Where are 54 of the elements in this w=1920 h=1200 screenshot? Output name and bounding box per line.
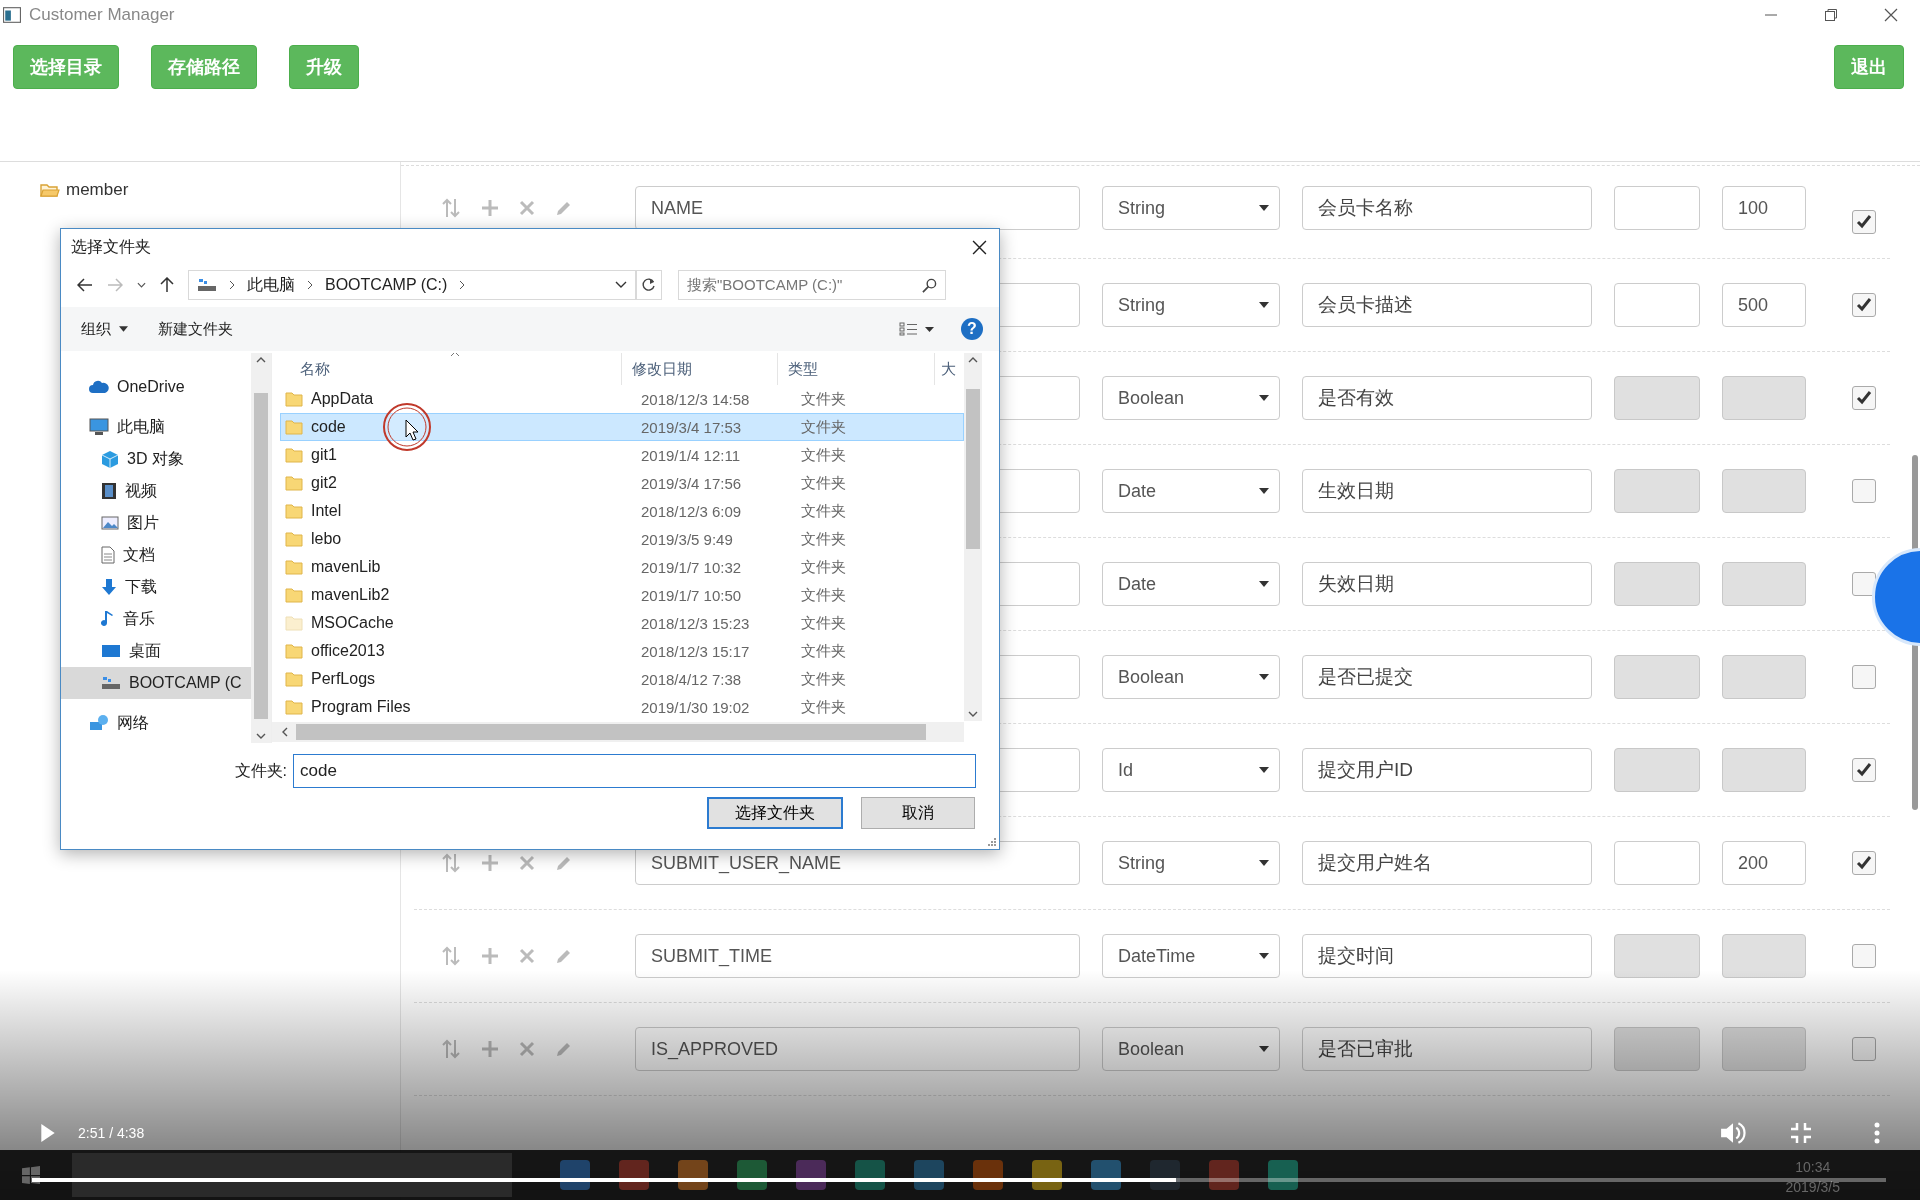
tree-item[interactable]: member <box>66 180 129 200</box>
video-time: 2:51 / 4:38 <box>78 1125 145 1141</box>
new-folder-button[interactable]: 新建文件夹 <box>158 319 233 339</box>
file-row[interactable]: code 2019/3/4 17:53 文件夹 <box>280 413 964 441</box>
length-field[interactable]: 100 <box>1722 186 1806 230</box>
file-row[interactable]: MSOCache 2018/12/3 15:23 文件夹 <box>280 609 964 637</box>
type-select[interactable]: String <box>1102 283 1280 327</box>
folder-field[interactable]: code <box>293 754 976 788</box>
length-field[interactable]: 500 <box>1722 283 1806 327</box>
select-folder-button[interactable]: 选择文件夹 <box>707 797 843 829</box>
file-row[interactable]: mavenLib 2019/1/7 10:32 文件夹 <box>280 553 964 581</box>
file-row[interactable]: AppData 2018/12/3 14:58 文件夹 <box>280 385 964 413</box>
cancel-button[interactable]: 取消 <box>861 797 975 829</box>
file-row[interactable]: Program Files 2019/1/30 19:02 文件夹 <box>280 693 964 721</box>
breadcrumb-item[interactable]: BOOTCAMP (C:) <box>325 276 448 294</box>
taskbar-time: 10:34 <box>1795 1158 1831 1177</box>
comment-field[interactable]: 会员卡描述 <box>1302 283 1592 327</box>
file-row[interactable]: PerfLogs 2018/4/12 7:38 文件夹 <box>280 665 964 693</box>
folder-label: 文件夹: <box>233 760 287 781</box>
nav-item[interactable]: 音乐 <box>61 603 251 635</box>
comment-field[interactable]: 会员卡名称 <box>1302 186 1592 230</box>
nav-item[interactable]: 3D 对象 <box>61 443 251 475</box>
nav-item[interactable]: 网络 <box>61 707 251 739</box>
nav-item[interactable]: BOOTCAMP (C <box>61 667 251 699</box>
column-header[interactable]: 类型 <box>778 353 935 385</box>
nav-item[interactable]: 此电脑 <box>61 411 251 443</box>
nav-item[interactable]: 图片 <box>61 507 251 539</box>
file-row[interactable]: git1 2019/1/4 12:11 文件夹 <box>280 441 964 469</box>
column-header[interactable]: 名称 <box>280 353 622 385</box>
help-button[interactable]: ? <box>961 318 983 340</box>
nav-item[interactable]: 文档 <box>61 539 251 571</box>
comment-field[interactable]: 提交用户姓名 <box>1302 841 1592 885</box>
search-field[interactable]: 搜索"BOOTCAMP (C:)" <box>678 270 946 300</box>
breadcrumb-item[interactable]: 此电脑 <box>247 274 295 296</box>
column-header[interactable]: 修改日期 <box>621 353 779 385</box>
column-header[interactable]: 大 <box>934 353 964 385</box>
file-row[interactable]: Intel 2018/12/3 6:09 文件夹 <box>280 497 964 525</box>
file-row[interactable]: lebo 2019/3/5 9:49 文件夹 <box>280 525 964 553</box>
file-row[interactable]: office2013 2018/12/3 15:17 文件夹 <box>280 637 964 665</box>
file-row[interactable]: mavenLib2 2019/1/7 10:50 文件夹 <box>280 581 964 609</box>
address-bar[interactable]: 此电脑 BOOTCAMP (C:) <box>188 270 636 300</box>
name-field[interactable]: NAME <box>635 186 1080 230</box>
length-field[interactable]: 200 <box>1722 841 1806 885</box>
nav-item[interactable]: 桌面 <box>61 635 251 667</box>
type-select[interactable]: String <box>1102 186 1280 230</box>
organize-menu[interactable]: 组织 <box>81 319 128 339</box>
window-title: Customer Manager <box>29 5 175 25</box>
nav-item[interactable]: OneDrive <box>61 371 251 403</box>
nav-item[interactable]: 视频 <box>61 475 251 507</box>
type-select[interactable]: String <box>1102 841 1280 885</box>
file-row[interactable]: git2 2019/3/4 17:56 文件夹 <box>280 469 964 497</box>
taskbar-date: 2019/3/5 <box>1785 1178 1840 1197</box>
nav-item[interactable]: 下载 <box>61 571 251 603</box>
dialog-title: 选择文件夹 <box>71 236 151 257</box>
